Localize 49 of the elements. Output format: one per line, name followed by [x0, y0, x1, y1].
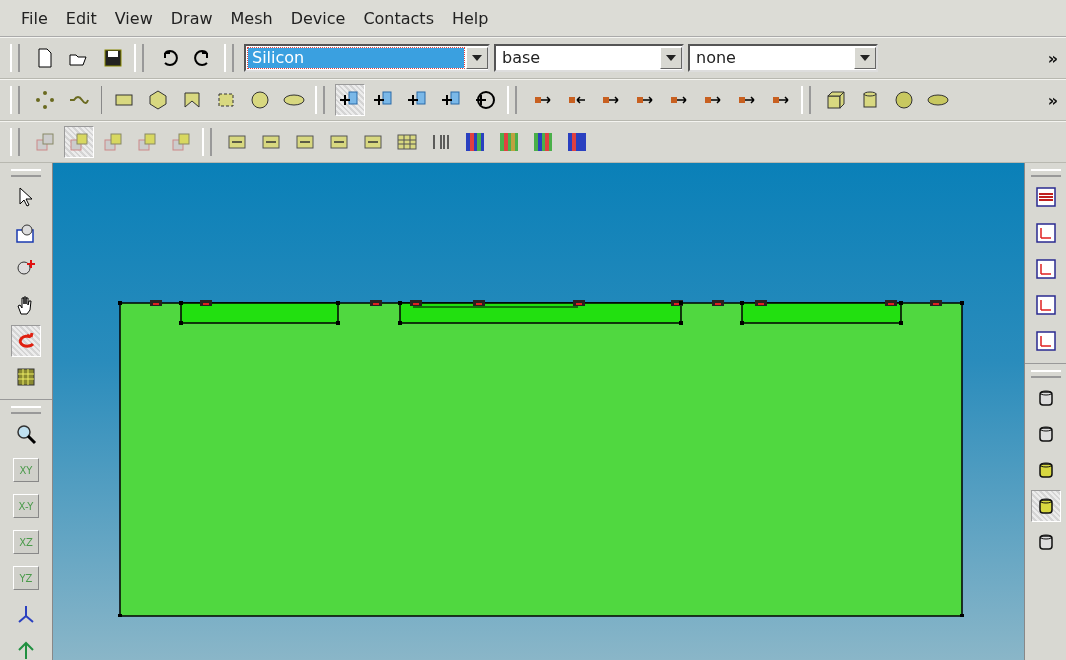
magnifier-icon — [15, 423, 37, 445]
stripes-pattern-icon — [464, 131, 486, 153]
dropdown-caret-icon — [666, 55, 676, 61]
menu-item[interactable]: Edit — [56, 8, 106, 28]
tool-button[interactable] — [1030, 490, 1061, 522]
cube-icon — [825, 89, 847, 111]
toolbar-grip[interactable] — [801, 86, 811, 114]
menu-item[interactable]: File — [12, 8, 57, 28]
panel-grip[interactable] — [11, 169, 41, 177]
toolbar-grip[interactable] — [10, 128, 20, 156]
grid-table-icon — [396, 131, 418, 153]
grid-icon — [15, 366, 37, 388]
toolbar-grip[interactable] — [507, 86, 517, 114]
layered-squares-icon — [102, 131, 124, 153]
save-icon — [102, 47, 124, 69]
tool-button[interactable] — [335, 84, 365, 116]
vertex-icon — [34, 89, 56, 111]
menu-item[interactable]: Draw — [161, 8, 222, 28]
toolbar-grip[interactable] — [224, 44, 234, 72]
toolbar-grip[interactable] — [10, 44, 20, 72]
layered-squares-icon — [136, 131, 158, 153]
panel-grip[interactable] — [1030, 169, 1061, 177]
toolbar-grip[interactable] — [10, 86, 20, 114]
panel-grip[interactable] — [1030, 370, 1061, 378]
overflow-chevron[interactable]: » — [1047, 48, 1058, 68]
overflow-chevron[interactable]: » — [1047, 90, 1058, 110]
dropdown-caret-icon — [472, 55, 482, 61]
hexagon-icon — [147, 89, 169, 111]
layered-squares-icon — [68, 131, 90, 153]
panel-grip[interactable] — [11, 406, 41, 414]
dropdown-field[interactable]: base — [494, 44, 684, 72]
layers-icon — [1034, 186, 1057, 208]
layered-squares-icon — [170, 131, 192, 153]
corner-marks-icon — [1034, 294, 1057, 316]
menu-item[interactable]: Mesh — [221, 8, 282, 28]
menu-item[interactable]: Device — [281, 8, 355, 28]
menu-item[interactable]: Help — [442, 8, 498, 28]
zoom-region-icon — [15, 222, 37, 244]
menu-item[interactable]: Contacts — [354, 8, 443, 28]
overlap-squares-icon — [34, 131, 56, 153]
dropdown-field[interactable]: none — [688, 44, 878, 72]
circle-icon — [249, 89, 271, 111]
toolbar-grip[interactable] — [202, 128, 212, 156]
dropdown-caret-icon — [860, 55, 870, 61]
menu-item[interactable]: View — [105, 8, 162, 28]
sphere-icon — [893, 89, 915, 111]
polygon-icon — [181, 89, 203, 111]
toolbar-grip[interactable] — [315, 86, 325, 114]
toolbar-grip[interactable] — [134, 44, 144, 72]
